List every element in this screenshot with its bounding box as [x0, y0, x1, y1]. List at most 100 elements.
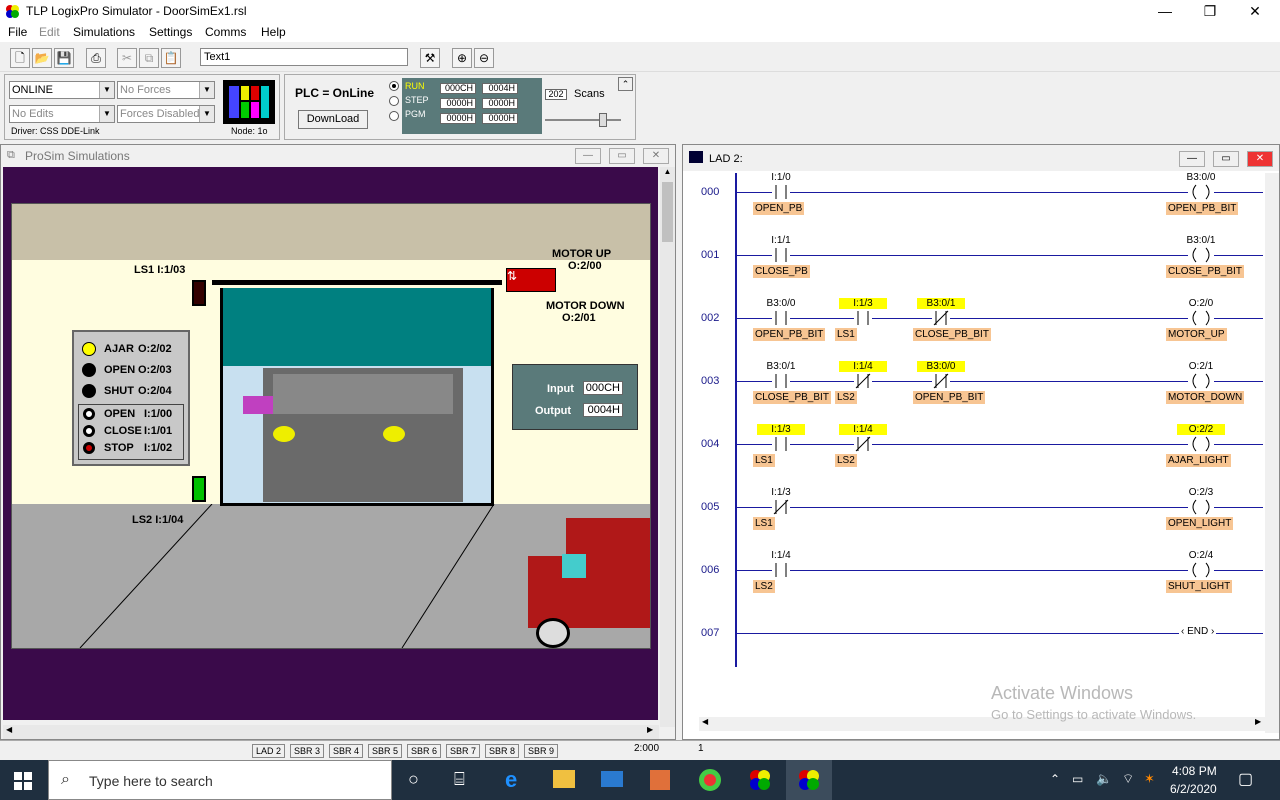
zoom-in-icon[interactable]: ⊕ — [452, 48, 472, 68]
rung-number[interactable]: 003 — [701, 375, 719, 387]
tools-icon[interactable]: ⚒ — [420, 48, 440, 68]
nc-contact-icon[interactable] — [854, 436, 872, 452]
contact-address[interactable]: I:1/4 — [839, 361, 887, 372]
nc-contact-icon[interactable] — [772, 499, 790, 515]
zoom-out-icon[interactable]: ⊖ — [474, 48, 494, 68]
contact-tag[interactable]: CLOSE_PB_BIT — [753, 391, 831, 404]
coil-address[interactable]: B3:0/1 — [1177, 235, 1225, 246]
contact-address[interactable]: I:1/0 — [757, 172, 805, 183]
contact-address[interactable]: I:1/4 — [839, 424, 887, 435]
close-button[interactable]: ✕ — [1247, 151, 1273, 167]
stop-pushbutton[interactable] — [83, 442, 95, 454]
vertical-scrollbar[interactable]: ▲ — [660, 167, 675, 727]
coil-icon[interactable] — [1188, 184, 1214, 200]
coil-tag[interactable]: AJAR_LIGHT — [1166, 454, 1231, 467]
coil-tag[interactable]: MOTOR_UP — [1166, 328, 1227, 341]
nc-contact-icon[interactable] — [932, 373, 950, 389]
menu-comms[interactable]: Comms — [205, 25, 246, 39]
restore-button[interactable]: ▭ — [609, 148, 635, 164]
edits-select[interactable]: No Edits ▼ — [9, 105, 115, 123]
tab-sbr6[interactable]: SBR 6 — [407, 744, 442, 758]
menu-simulations[interactable]: Simulations — [73, 25, 135, 39]
menu-settings[interactable]: Settings — [149, 25, 192, 39]
coil-icon[interactable] — [1188, 436, 1214, 452]
end-rung-label[interactable]: ‹ END › — [1179, 626, 1217, 637]
horizontal-scrollbar[interactable]: ◀ ▶ — [3, 725, 659, 739]
no-contact-icon[interactable] — [772, 247, 790, 263]
coil-icon[interactable] — [1188, 310, 1214, 326]
contact-tag[interactable]: LS2 — [753, 580, 775, 593]
tab-lad2[interactable]: LAD 2 — [252, 744, 286, 758]
coil-tag[interactable]: SHUT_LIGHT — [1166, 580, 1233, 593]
minimize-button[interactable]: — — [1179, 151, 1205, 167]
menu-edit[interactable]: Edit — [39, 25, 60, 39]
coil-address[interactable]: O:2/1 — [1177, 361, 1225, 372]
clock-time[interactable]: 4:08 PM — [1172, 764, 1217, 778]
minimize-button[interactable]: — — [575, 148, 601, 164]
text-input[interactable]: Text1 — [200, 48, 408, 66]
task-view-icon[interactable]: ○ — [408, 769, 419, 790]
contact-address[interactable]: I:1/3 — [757, 424, 805, 435]
chrome-icon[interactable] — [699, 769, 721, 791]
coil-address[interactable]: O:2/3 — [1177, 487, 1225, 498]
no-contact-icon[interactable] — [772, 562, 790, 578]
print-icon[interactable]: ⎙ — [86, 48, 106, 68]
contact-tag[interactable]: OPEN_PB_BIT — [753, 328, 826, 341]
scan-slider[interactable] — [545, 119, 621, 121]
coil-icon[interactable] — [1188, 373, 1214, 389]
no-contact-icon[interactable] — [854, 310, 872, 326]
new-file-icon[interactable]: 🗋 — [10, 48, 30, 68]
paste-icon[interactable]: 📋 — [161, 48, 181, 68]
battery-icon[interactable]: ▭ — [1072, 772, 1083, 786]
close-button[interactable]: ✕ — [643, 148, 669, 164]
rung-number[interactable]: 006 — [701, 564, 719, 576]
pgm-radio[interactable] — [389, 111, 399, 121]
slider-handle[interactable] — [599, 113, 607, 127]
tab-sbr3[interactable]: SBR 3 — [290, 744, 325, 758]
download-button[interactable]: DownLoad — [298, 110, 368, 129]
logixpro-icon[interactable] — [748, 768, 772, 795]
file-explorer-icon[interactable] — [553, 770, 575, 788]
contact-tag[interactable]: LS2 — [835, 454, 857, 467]
rung-number[interactable]: 007 — [701, 627, 719, 639]
save-icon[interactable]: 💾 — [54, 48, 74, 68]
tab-sbr5[interactable]: SBR 5 — [368, 744, 403, 758]
coil-tag[interactable]: OPEN_LIGHT — [1166, 517, 1234, 530]
step-radio[interactable] — [389, 96, 399, 106]
contact-tag[interactable]: LS2 — [835, 391, 857, 404]
nc-contact-icon[interactable] — [854, 373, 872, 389]
mode-select[interactable]: ONLINE ▼ — [9, 81, 115, 99]
contact-address[interactable]: B3:0/1 — [757, 361, 805, 372]
chevron-up-icon[interactable]: ⌃ — [1050, 772, 1060, 786]
contact-address[interactable]: I:1/4 — [757, 550, 805, 561]
active-app-tab[interactable] — [786, 760, 832, 800]
cut-icon[interactable]: ✂ — [117, 48, 137, 68]
maximize-button[interactable]: ❐ — [1187, 0, 1233, 22]
coil-address[interactable]: B3:0/0 — [1177, 172, 1225, 183]
open-folder-icon[interactable]: 📂 — [32, 48, 52, 68]
coil-address[interactable]: O:2/2 — [1177, 424, 1225, 435]
search-box[interactable]: ⌕ Type here to search — [48, 760, 392, 800]
coil-tag[interactable]: MOTOR_DOWN — [1166, 391, 1245, 404]
no-contact-icon[interactable] — [772, 436, 790, 452]
no-contact-icon[interactable] — [772, 184, 790, 200]
volume-icon[interactable]: 🔈 — [1096, 771, 1112, 787]
contact-address[interactable]: I:1/3 — [839, 298, 887, 309]
tab-sbr8[interactable]: SBR 8 — [485, 744, 520, 758]
contact-tag[interactable]: LS1 — [753, 454, 775, 467]
forces-state-select[interactable]: Forces Disabled ▼ — [117, 105, 215, 123]
rung-number[interactable]: 004 — [701, 438, 719, 450]
mail-icon[interactable] — [601, 771, 623, 787]
clock-date[interactable]: 6/2/2020 — [1170, 782, 1217, 796]
vertical-scrollbar[interactable] — [1265, 173, 1279, 733]
timeline-icon[interactable]: ⌸ — [454, 769, 465, 790]
menu-file[interactable]: File — [8, 25, 27, 39]
rung-number[interactable]: 002 — [701, 312, 719, 324]
tab-sbr9[interactable]: SBR 9 — [524, 744, 559, 758]
coil-icon[interactable] — [1188, 247, 1214, 263]
minimize-button[interactable]: — — [1142, 0, 1188, 22]
contact-address[interactable]: B3:0/0 — [917, 361, 965, 372]
coil-icon[interactable] — [1188, 499, 1214, 515]
contact-address[interactable]: I:1/1 — [757, 235, 805, 246]
no-contact-icon[interactable] — [772, 373, 790, 389]
